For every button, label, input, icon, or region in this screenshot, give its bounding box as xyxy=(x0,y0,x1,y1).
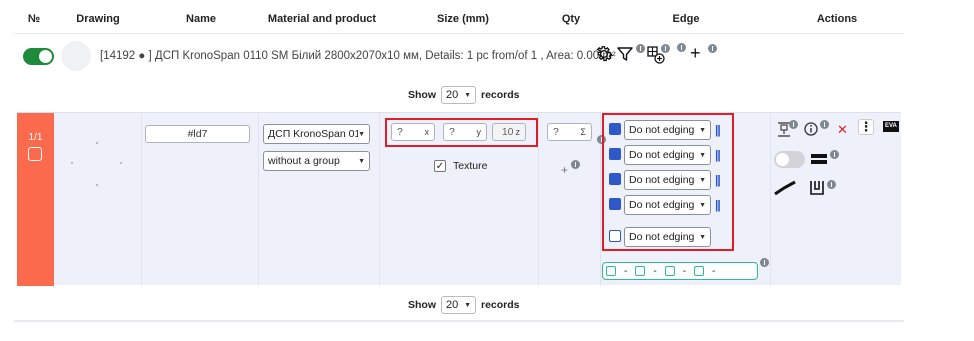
page-size-value: 20 xyxy=(446,299,459,311)
info-icon[interactable] xyxy=(708,44,717,53)
header-edge: Edge xyxy=(672,13,700,25)
header-actions: Actions xyxy=(816,13,858,25)
info-icon[interactable] xyxy=(830,150,839,159)
chevron-down-icon: ▼ xyxy=(464,301,471,309)
edge-highlight-box xyxy=(602,113,734,251)
toggle-knob xyxy=(39,50,52,63)
size-highlight-box xyxy=(385,118,538,147)
material-select-value: ДСП KronoSpan 0110 xyxy=(268,128,358,140)
chevron-down-icon: ▼ xyxy=(464,91,471,99)
pager-records-label: records xyxy=(481,89,520,101)
edge-summary-top: - xyxy=(624,265,628,277)
edge-summary-top-icon xyxy=(606,266,616,276)
material-toggle[interactable] xyxy=(23,48,54,65)
more-menu-icon[interactable]: ⋮ xyxy=(858,119,874,135)
edge-summary-left: - xyxy=(682,265,687,277)
group-select-value: without a group xyxy=(268,155,340,167)
delete-icon[interactable]: ✕ xyxy=(837,122,848,138)
chevron-down-icon: ▼ xyxy=(358,130,365,138)
drawing-dot xyxy=(96,184,98,186)
header-drawing: Drawing xyxy=(76,13,120,25)
edge-band-icon[interactable] xyxy=(810,153,828,165)
settings-icon[interactable] xyxy=(594,44,614,64)
edge-summary-bottom-icon xyxy=(635,266,646,276)
drawing-dot xyxy=(120,162,122,164)
edge-summary-right-icon xyxy=(694,266,705,276)
header-divider xyxy=(14,33,904,34)
page-size-select[interactable]: 20 ▼ xyxy=(441,86,476,104)
qty-placeholder: ? xyxy=(553,126,559,138)
row-select-checkbox[interactable] xyxy=(28,147,42,161)
row-index-cell: 1/1 xyxy=(17,113,54,286)
pager-top: Show 20 ▼ records xyxy=(408,86,520,104)
drawing-dot xyxy=(71,162,73,164)
info-icon[interactable] xyxy=(677,43,686,52)
header-num: № xyxy=(27,13,41,25)
group-select[interactable]: without a group ▼ xyxy=(263,151,370,171)
material-thumbnail xyxy=(61,41,91,71)
header-name: Name xyxy=(186,13,216,25)
column-divider xyxy=(258,113,259,286)
toggle-knob xyxy=(776,153,789,166)
table-row: 1/1 #ld7 ДСП KronoSpan 0110 ▼ without a … xyxy=(17,112,901,286)
header-material: Material and product xyxy=(267,13,377,25)
info-icon[interactable] xyxy=(760,258,769,267)
filter-icon[interactable] xyxy=(617,46,633,62)
groove-icon[interactable] xyxy=(809,179,825,196)
column-divider xyxy=(770,113,771,286)
details-info-icon[interactable] xyxy=(804,122,818,136)
edge-summary-left-icon xyxy=(664,266,675,276)
pager-bottom: Show 20 ▼ records xyxy=(408,296,520,314)
column-divider xyxy=(141,113,142,286)
page-size-select[interactable]: 20 ▼ xyxy=(441,296,476,314)
texture-checkbox[interactable]: ✓ xyxy=(434,160,446,172)
column-divider xyxy=(379,113,380,286)
page-size-value: 20 xyxy=(446,89,459,101)
edge-summary-bottom: - xyxy=(653,265,657,277)
header-qty: Qty xyxy=(561,13,581,25)
pager-records-label: records xyxy=(481,299,520,311)
edge-summary[interactable]: - - - - xyxy=(602,262,758,280)
parts-table: № Drawing Name Material and product Size… xyxy=(14,0,904,322)
info-icon[interactable] xyxy=(636,44,645,53)
info-icon[interactable] xyxy=(789,120,798,129)
column-divider xyxy=(538,113,539,286)
texture-label: Texture xyxy=(453,160,488,172)
action-toggle[interactable] xyxy=(774,151,805,168)
pager-show-label: Show xyxy=(408,89,436,101)
drawing-dot xyxy=(96,142,98,144)
info-icon[interactable] xyxy=(827,180,836,189)
material-summary: [14192 ● ] ДСП KronoSpan 0110 SM Білий 2… xyxy=(100,50,616,62)
pager-show-label: Show xyxy=(408,299,436,311)
header-size: Size (mm) xyxy=(437,13,489,25)
row-index: 1/1 xyxy=(28,132,43,143)
chevron-down-icon: ▼ xyxy=(358,157,365,165)
info-icon[interactable] xyxy=(661,44,670,53)
info-icon[interactable] xyxy=(820,120,829,129)
name-input[interactable]: #ld7 xyxy=(145,125,250,143)
eva-badge[interactable]: EVA xyxy=(883,121,899,132)
info-icon[interactable] xyxy=(571,160,580,169)
qty-input[interactable]: ? Σ xyxy=(547,123,592,141)
qty-add-button[interactable]: + xyxy=(561,163,568,177)
qty-label: Σ xyxy=(580,127,586,137)
edge-summary-right: - xyxy=(712,265,716,277)
material-select[interactable]: ДСП KronoSpan 0110 ▼ xyxy=(263,124,370,144)
plus-icon[interactable]: + xyxy=(690,44,701,62)
cut-path-icon[interactable] xyxy=(774,178,796,196)
